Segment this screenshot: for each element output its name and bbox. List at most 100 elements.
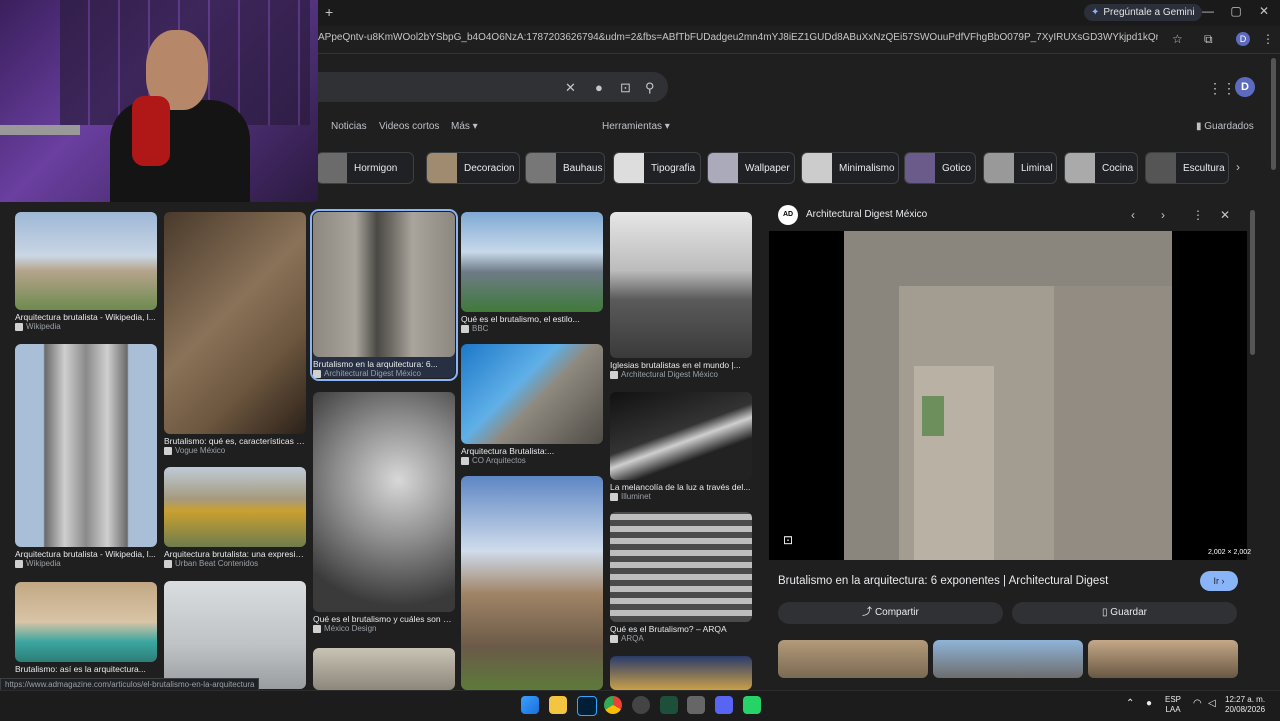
image-result[interactable]: Arquitectura brutalista - Wikipedia, l..… <box>15 344 157 568</box>
image-result[interactable]: Iglesias brutalistas en el mundo |... Ar… <box>610 212 752 379</box>
image-result[interactable]: La melancolía de la luz a través del... … <box>610 392 752 501</box>
tab-more[interactable]: Más ▾ <box>451 121 478 132</box>
chip-tipografia[interactable]: Tipografia <box>613 152 701 184</box>
page-scrollbar[interactable] <box>1271 58 1276 170</box>
image-result[interactable] <box>164 581 306 689</box>
lens-icon[interactable]: ⊡ <box>783 533 793 547</box>
visit-button[interactable]: Ir › <box>1200 571 1238 591</box>
tools-menu[interactable]: Herramientas ▾ <box>602 121 670 132</box>
image-result[interactable]: Qué es el brutalismo y cuáles son sus...… <box>313 392 455 633</box>
language-indicator[interactable]: ESP LAA <box>1165 695 1181 715</box>
browser-profile-avatar[interactable]: D <box>1236 32 1250 46</box>
more-options-icon[interactable]: ⋮ <box>1192 208 1204 222</box>
related-thumbnail[interactable] <box>778 640 928 678</box>
image-result[interactable]: Brutalismo: qué es, características y...… <box>164 212 306 455</box>
chip-label: Wallpaper <box>745 162 790 174</box>
chip-gotico[interactable]: Gotico <box>904 152 976 184</box>
extensions-icon[interactable]: ⧉ <box>1204 32 1213 47</box>
result-image <box>164 212 306 434</box>
app-icon[interactable] <box>660 696 678 714</box>
chip-thumbnail <box>1065 153 1095 183</box>
close-window-button[interactable]: ✕ <box>1254 4 1274 18</box>
chip-wallpaper[interactable]: Wallpaper <box>707 152 795 184</box>
result-image <box>461 476 603 690</box>
gemini-button[interactable]: ✦ Pregúntale a Gemini <box>1084 4 1202 21</box>
preview-image[interactable] <box>844 231 1172 560</box>
result-title: Iglesias brutalistas en el mundo |... <box>610 360 741 370</box>
related-thumbnail[interactable] <box>933 640 1083 678</box>
source-favicon-icon <box>15 322 23 331</box>
person-body <box>110 100 250 202</box>
preview-title[interactable]: Brutalismo en la arquitectura: 6 exponen… <box>778 575 1108 587</box>
save-button[interactable]: ▯ Guardar <box>1012 602 1237 624</box>
lens-icon[interactable]: ⊡ <box>620 80 631 96</box>
chip-escultura[interactable]: Escultura <box>1145 152 1229 184</box>
wifi-icon[interactable]: ◠ <box>1193 698 1202 709</box>
chip-bauhaus[interactable]: Bauhaus <box>525 152 605 184</box>
microphone-icon[interactable]: ● <box>1146 698 1152 709</box>
app-icon[interactable] <box>632 696 650 714</box>
chevron-right-icon[interactable]: › <box>1236 160 1240 174</box>
tab-news[interactable]: Noticias <box>331 121 367 132</box>
tab-short-videos[interactable]: Videos cortos <box>379 121 439 132</box>
search-icon[interactable]: ⚲ <box>645 80 655 96</box>
photoshop-icon[interactable] <box>577 696 597 716</box>
chip-decoracion[interactable]: Decoracion <box>426 152 520 184</box>
chip-label: Bauhaus <box>563 162 603 174</box>
result-title: Arquitectura brutalista - Wikipedia, l..… <box>15 312 156 322</box>
search-input[interactable] <box>310 72 668 102</box>
image-result[interactable]: Qué es el Brutalismo? – ARQA ARQA <box>610 512 752 643</box>
maximize-button[interactable]: ▢ <box>1226 4 1246 18</box>
settings-icon[interactable] <box>687 696 705 714</box>
close-icon[interactable]: ✕ <box>1220 208 1230 222</box>
chevron-left-icon[interactable]: ‹ <box>1131 208 1135 222</box>
discord-icon[interactable] <box>715 696 733 714</box>
image-result[interactable]: Arquitectura brutalista - Wikipedia, l..… <box>15 212 157 331</box>
clock[interactable]: 12:27 a. m. 20/08/2026 <box>1225 695 1265 715</box>
result-image <box>15 344 157 547</box>
file-explorer-icon[interactable] <box>549 696 567 714</box>
chip-label: Decoracion <box>464 162 515 174</box>
image-result[interactable]: Arquitectura brutalista: una expresió...… <box>164 467 306 568</box>
image-result-selected[interactable]: Brutalismo en la arquitectura: 6... Arch… <box>310 209 458 381</box>
microphone-icon[interactable]: ● <box>595 80 603 95</box>
result-title: Qué es el Brutalismo? – ARQA <box>610 624 727 634</box>
new-tab-button[interactable]: + <box>325 4 333 20</box>
account-avatar[interactable]: D <box>1235 77 1255 97</box>
minimize-button[interactable]: — <box>1198 4 1218 18</box>
image-result[interactable] <box>313 648 455 690</box>
bookmark-star-icon[interactable]: ☆ <box>1172 32 1183 46</box>
whatsapp-icon[interactable] <box>743 696 761 714</box>
saved-link[interactable]: ▮ Guardados <box>1196 121 1254 132</box>
result-source: Vogue México <box>164 446 306 455</box>
chevron-up-icon[interactable]: ⌃ <box>1126 698 1134 709</box>
chip-cocina[interactable]: Cocina <box>1064 152 1138 184</box>
clear-icon[interactable]: ✕ <box>565 80 576 96</box>
result-image <box>313 392 455 612</box>
result-image <box>610 656 752 690</box>
volume-icon[interactable]: ◁ <box>1208 698 1216 709</box>
publisher-name[interactable]: Architectural Digest México <box>806 209 927 220</box>
gemini-label: Pregúntale a Gemini <box>1103 7 1195 18</box>
result-source: CO Arquitectos <box>461 456 603 465</box>
image-result[interactable] <box>610 656 752 690</box>
chip-liminal[interactable]: Liminal <box>983 152 1057 184</box>
panel-scrollbar[interactable] <box>1250 210 1255 355</box>
image-result[interactable]: Brutalismo: así es la arquitectura... <box>15 582 157 674</box>
image-result[interactable]: Arquitectura Brutalista:... CO Arquitect… <box>461 344 603 465</box>
result-source: Architectural Digest México <box>610 370 752 379</box>
related-thumbnail[interactable] <box>1088 640 1238 678</box>
result-source: Illuminet <box>610 492 752 501</box>
browser-menu-icon[interactable]: ⋮ <box>1262 32 1274 46</box>
result-image <box>461 344 603 444</box>
chip-minimalismo[interactable]: Minimalismo <box>801 152 899 184</box>
chrome-icon[interactable] <box>604 696 622 714</box>
start-icon[interactable] <box>521 696 539 714</box>
chip-hormigon[interactable]: Hormigon <box>316 152 414 184</box>
image-result[interactable] <box>461 476 603 690</box>
chevron-right-icon[interactable]: › <box>1161 208 1165 222</box>
share-button[interactable]: ⤴ Compartir <box>778 602 1003 624</box>
url-field[interactable]: APpeQntv-u8KmWOol2bYSbpG_b4O4O6NzA:17872… <box>318 32 1158 48</box>
chip-label: Tipografia <box>651 162 696 174</box>
image-result[interactable]: Qué es el brutalismo, el estilo... BBC <box>461 212 603 333</box>
